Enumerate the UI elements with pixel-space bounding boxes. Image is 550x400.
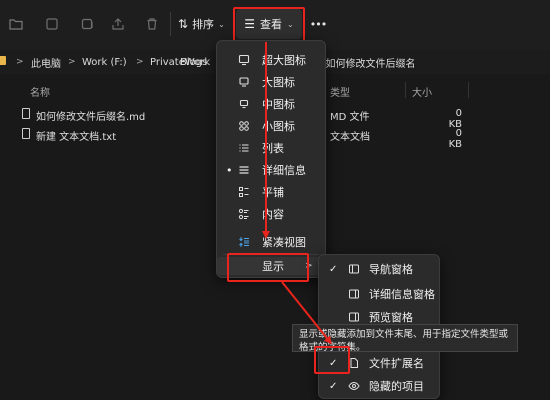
menu-item-content[interactable]: 内容 [217, 203, 325, 225]
details-icon [237, 163, 251, 177]
chevron-down-icon: ⌄ [218, 19, 225, 29]
submenu-item-details-pane[interactable]: 详细信息窗格 [319, 283, 439, 305]
menu-item-label: 文件扩展名 [369, 357, 424, 370]
list-icon [237, 141, 251, 155]
folder-icon [0, 56, 6, 65]
tiles-icon [237, 185, 251, 199]
monitor-icon [237, 97, 251, 111]
toolbar-divider [170, 12, 171, 36]
breadcrumb-sep: > [136, 57, 144, 67]
pane-icon [347, 310, 361, 324]
eye-icon [347, 379, 361, 393]
file-icon [22, 128, 30, 139]
breadcrumb-sep: > [16, 57, 24, 67]
column-divider[interactable] [405, 82, 406, 98]
new-folder-icon[interactable] [4, 12, 28, 36]
menu-item-label: 中图标 [262, 98, 295, 111]
file-icon [22, 108, 30, 119]
menu-item-label: 平铺 [262, 186, 284, 199]
breadcrumb-current-folder[interactable]: 3.如何修改文件后缀名 [316, 55, 416, 70]
menu-item-medium-icons[interactable]: 中图标 [217, 93, 325, 115]
cut-icon[interactable] [40, 12, 64, 36]
grid-icon [237, 119, 251, 133]
menu-item-list[interactable]: 列表 [217, 137, 325, 159]
breadcrumb-work-drive[interactable]: Work (F:) [82, 57, 127, 68]
breadcrumb-blogs[interactable]: Blogs [180, 57, 207, 68]
annotation-box-view [233, 7, 305, 42]
menu-item-label: 列表 [262, 142, 284, 155]
menu-item-small-icons[interactable]: 小图标 [217, 115, 325, 137]
file-size: 0 KB [448, 128, 462, 150]
breadcrumb-this-pc[interactable]: 此电脑 [31, 55, 61, 70]
menu-item-compact-view[interactable]: 紧凑视图 [217, 231, 325, 253]
menu-item-label: 预览窗格 [369, 311, 413, 324]
menu-item-label: 紧凑视图 [262, 236, 306, 249]
menu-item-label: 导航窗格 [369, 263, 413, 276]
view-menu: 超大图标 大图标 中图标 小图标 列表 • 详细信息 平铺 内容 紧凑视图 显示… [216, 40, 326, 278]
column-header-size[interactable]: 大小 [412, 84, 432, 99]
menu-item-details[interactable]: • 详细信息 [217, 159, 325, 181]
pane-icon [347, 287, 361, 301]
menu-item-extra-large-icons[interactable]: 超大图标 [217, 49, 325, 71]
menu-item-label: 大图标 [262, 76, 295, 89]
share-icon[interactable] [106, 12, 130, 36]
monitor-icon [237, 53, 251, 67]
monitor-icon [237, 75, 251, 89]
sort-button[interactable]: ⇅ 排序 ⌄ [178, 12, 225, 36]
sort-icon: ⇅ [178, 17, 189, 31]
pane-icon [347, 262, 361, 276]
compact-icon [237, 235, 251, 249]
breadcrumb-sep: > [68, 57, 76, 67]
column-header-name[interactable]: 名称 [30, 84, 50, 99]
menu-item-label: 内容 [262, 208, 284, 221]
submenu-item-hidden-items[interactable]: ✓ 隐藏的项目 [319, 375, 439, 397]
content-icon [237, 207, 251, 221]
annotation-box-show [227, 253, 309, 282]
check-icon: ✓ [329, 380, 338, 392]
delete-icon[interactable] [140, 12, 164, 36]
menu-item-label: 详细信息窗格 [369, 288, 435, 301]
check-icon: ✓ [329, 263, 338, 275]
annotation-box-file-extensions [314, 346, 350, 374]
more-options-button[interactable]: ••• [306, 12, 330, 36]
column-divider[interactable] [468, 82, 469, 98]
menu-item-tiles[interactable]: 平铺 [217, 181, 325, 203]
menu-item-label: 详细信息 [262, 164, 306, 177]
menu-item-label: 超大图标 [262, 54, 306, 67]
file-name: 如何修改文件后缀名.md [36, 112, 146, 123]
menu-item-label: 隐藏的项目 [369, 380, 424, 393]
column-header-type[interactable]: 类型 [330, 84, 350, 99]
sort-label: 排序 [192, 18, 215, 31]
file-name: 新建 文本文档.txt [36, 132, 117, 143]
submenu-item-navigation-pane[interactable]: ✓ 导航窗格 [319, 258, 439, 280]
menu-item-label: 小图标 [262, 120, 295, 133]
menu-item-large-icons[interactable]: 大图标 [217, 71, 325, 93]
copy-icon[interactable] [76, 12, 100, 36]
file-type: 文本文档 [330, 132, 370, 143]
file-type: MD 文件 [330, 112, 370, 123]
selected-bullet: • [226, 163, 233, 177]
